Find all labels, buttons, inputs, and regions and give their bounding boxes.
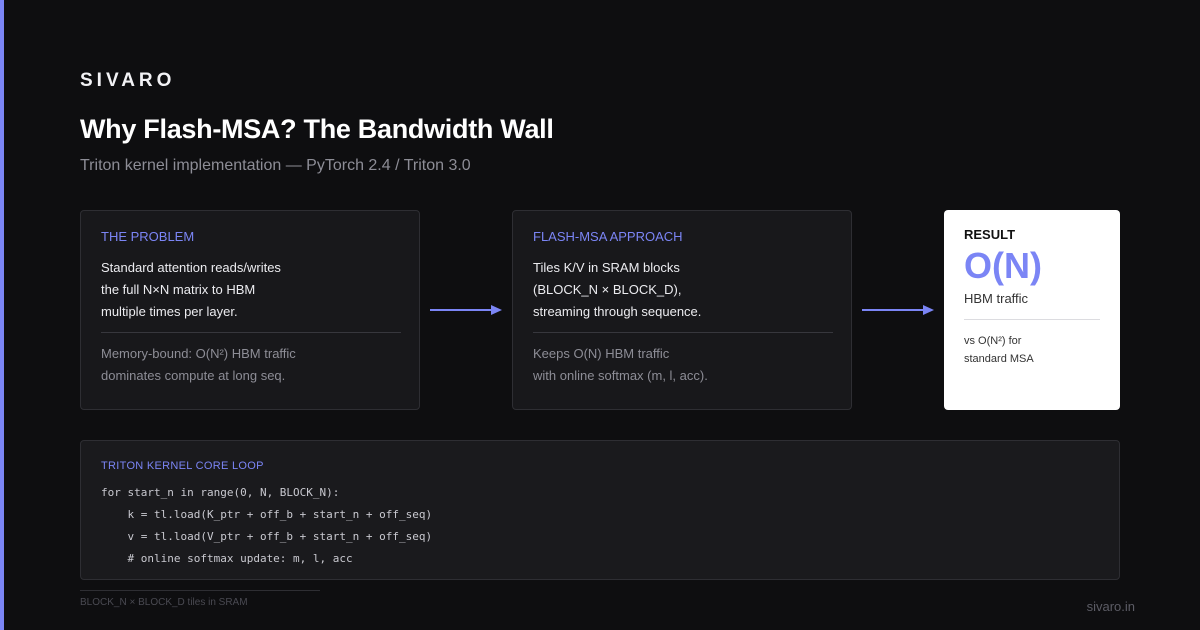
problem-card: THE PROBLEM Standard attention reads/wri…: [80, 210, 420, 410]
approach-divider: [533, 332, 833, 333]
approach-note: Keeps O(N) HBM traffic with online softm…: [533, 343, 833, 387]
result-card: RESULT O(N) HBM traffic vs O(N²) for sta…: [944, 210, 1120, 410]
result-note: vs O(N²) for standard MSA: [964, 332, 1100, 368]
approach-note-line: with online softmax (m, l, acc).: [533, 368, 708, 383]
code-label: TRITON KERNEL CORE LOOP: [101, 460, 264, 472]
problem-divider: [101, 332, 401, 333]
result-divider: [964, 319, 1100, 320]
problem-label: THE PROBLEM: [101, 229, 195, 244]
result-subtitle: HBM traffic: [964, 291, 1029, 306]
problem-note-line: Memory-bound: O(N²) HBM traffic: [101, 346, 296, 361]
footer-divider: [80, 590, 320, 591]
result-value: O(N): [964, 245, 1042, 286]
problem-note: Memory-bound: O(N²) HBM traffic dominate…: [101, 343, 401, 387]
result-note-line: standard MSA: [964, 353, 1034, 365]
approach-note-line: Keeps O(N) HBM traffic: [533, 346, 670, 361]
code-line: k = tl.load(K_ptr + off_b + start_n + of…: [101, 508, 433, 521]
arrow-right-icon: [862, 305, 934, 315]
code-line: for start_n in range(0, N, BLOCK_N):: [101, 486, 340, 499]
brand-logo: SIVARO: [80, 70, 176, 91]
result-note-line: vs O(N²) for: [964, 335, 1022, 347]
problem-body-line: Standard attention reads/writes: [101, 260, 281, 275]
approach-body-line: Tiles K/V in SRAM blocks: [533, 260, 680, 275]
approach-card: FLASH-MSA APPROACH Tiles K/V in SRAM blo…: [512, 210, 852, 410]
problem-body-line: multiple times per layer.: [101, 304, 238, 319]
accent-bar: [0, 0, 4, 630]
approach-label: FLASH-MSA APPROACH: [533, 229, 683, 244]
approach-body-line: streaming through sequence.: [533, 304, 702, 319]
result-label: RESULT: [964, 227, 1016, 242]
footer-note: BLOCK_N × BLOCK_D tiles in SRAM: [80, 597, 248, 608]
problem-body-line: the full N×N matrix to HBM: [101, 282, 256, 297]
code-line: # online softmax update: m, l, acc: [101, 552, 353, 565]
page-subtitle: Triton kernel implementation — PyTorch 2…: [80, 157, 471, 174]
approach-body-line: (BLOCK_N × BLOCK_D),: [533, 282, 682, 297]
arrow-right-icon: [430, 305, 502, 315]
code-line: v = tl.load(V_ptr + off_b + start_n + of…: [101, 530, 433, 543]
problem-note-line: dominates compute at long seq.: [101, 368, 286, 383]
footer-url: sivaro.in: [1086, 599, 1135, 614]
code-block: TRITON KERNEL CORE LOOP for start_n in r…: [80, 440, 1120, 580]
approach-body: Tiles K/V in SRAM blocks (BLOCK_N × BLOC…: [533, 257, 833, 323]
page-title: Why Flash-MSA? The Bandwidth Wall: [80, 114, 554, 144]
problem-body: Standard attention reads/writes the full…: [101, 257, 401, 323]
